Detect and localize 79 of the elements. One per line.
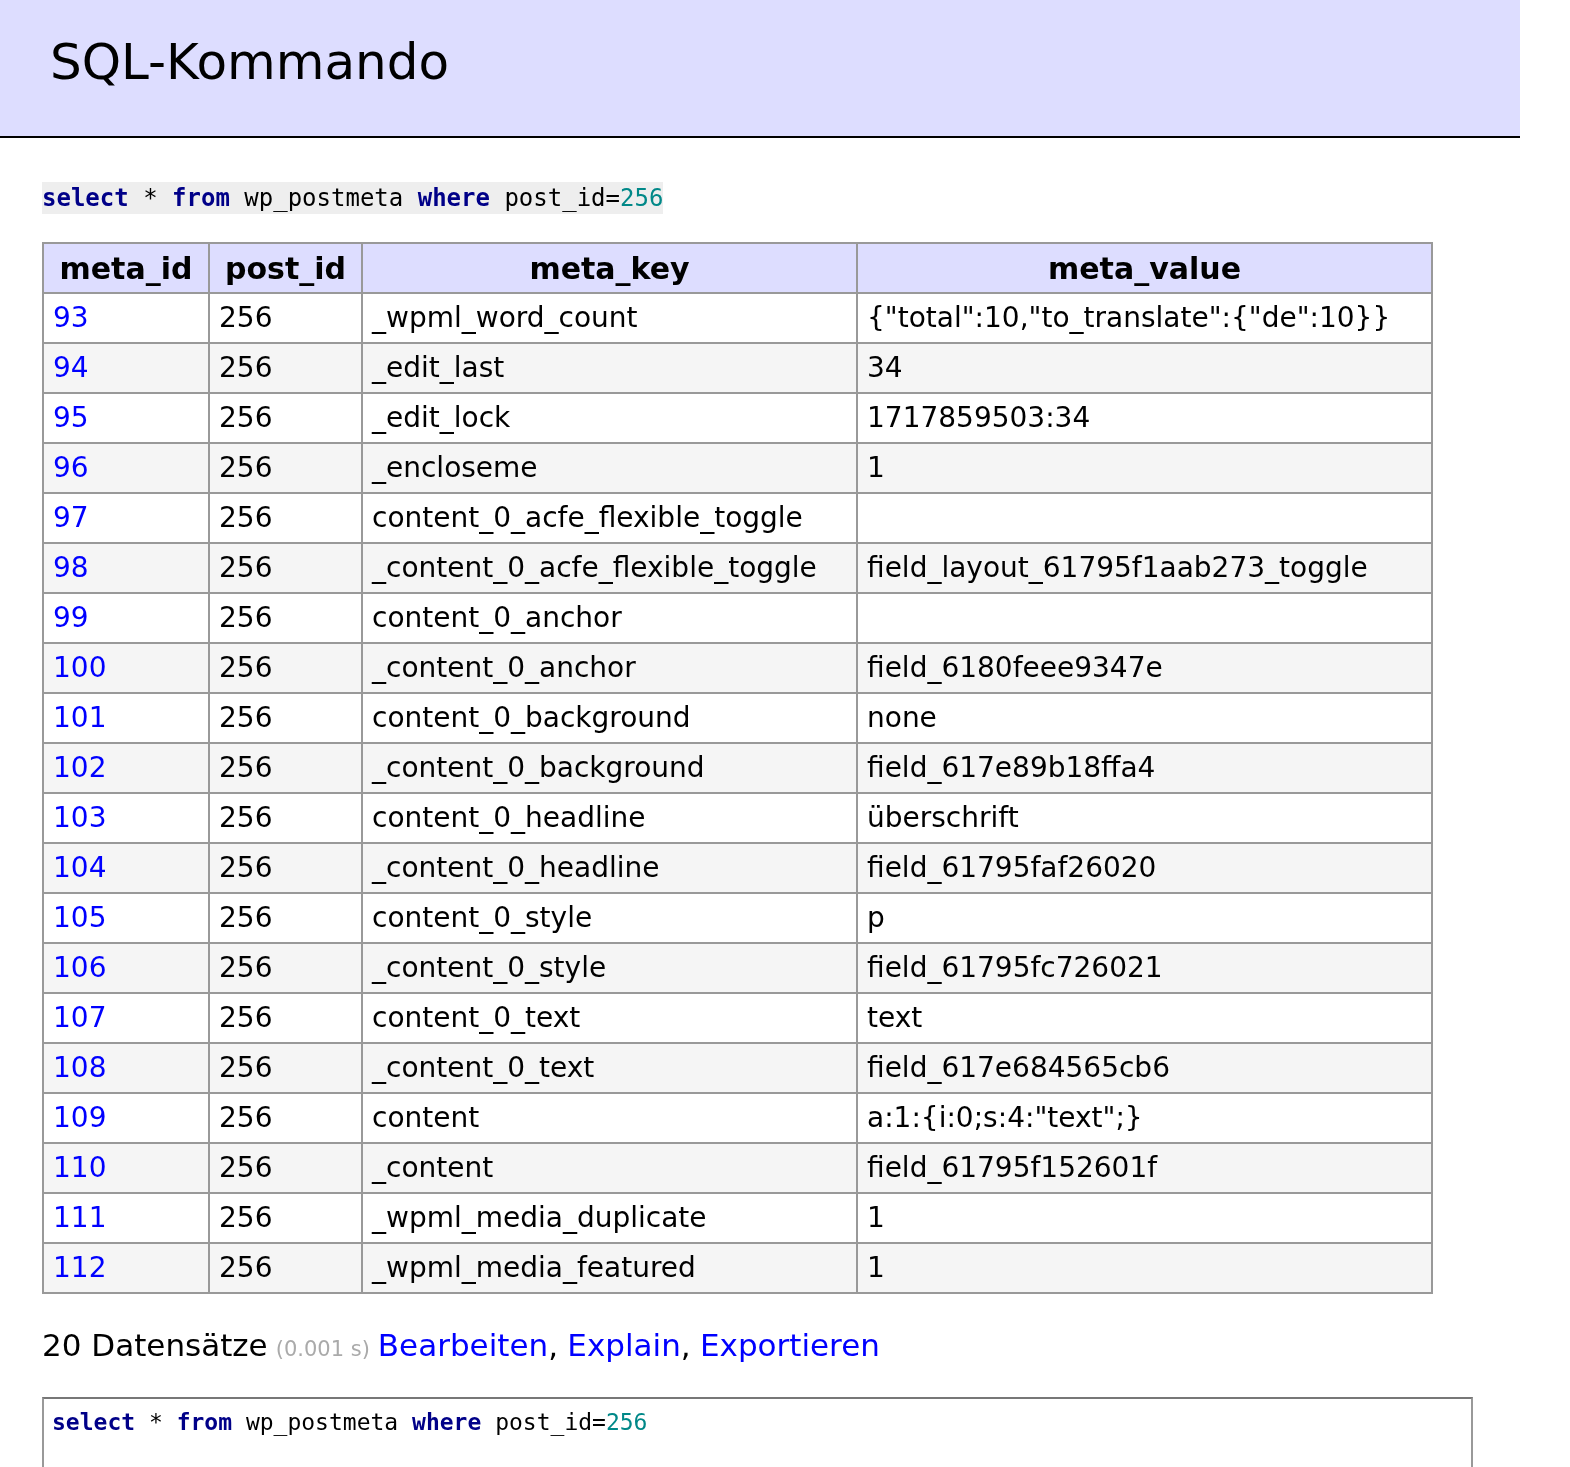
table-cell: 256 [219, 551, 273, 585]
table-cell: field_61795faf26020 [867, 851, 1157, 885]
table-cell: none [867, 701, 937, 735]
action-link[interactable]: Exportieren [699, 1322, 880, 1369]
table-cell: 256 [219, 951, 273, 985]
table-cell: 1 [867, 1201, 885, 1235]
row-edit-link[interactable]: 98 [53, 551, 89, 585]
table-cell: field_617e684565cb6 [867, 1051, 1170, 1085]
table-cell: content_0_background [372, 701, 691, 735]
table-cell: {"total":10,"to_translate":{"de":10}} [867, 301, 1391, 335]
table-cell: _content_0_headline [372, 851, 660, 885]
table-cell: _edit_lock [372, 401, 511, 435]
table-cell: _wpml_word_count [372, 301, 638, 335]
table-cell: _content [372, 1151, 494, 1185]
table-cell: 256 [219, 451, 273, 485]
table-cell: text [867, 1001, 923, 1035]
table-cell: 256 [219, 801, 273, 835]
table-cell: 256 [219, 1201, 273, 1235]
table-cell: content_0_text [372, 1001, 581, 1035]
row-edit-link[interactable]: 95 [53, 401, 89, 435]
table-cell: 1717859503:34 [867, 401, 1091, 435]
query-time: (0.001 s) [275, 1336, 370, 1364]
table-cell: _wpml_media_duplicate [372, 1201, 707, 1235]
table-cell: _content_0_text [372, 1051, 595, 1085]
table-cell: überschrift [867, 801, 1019, 835]
table-cell: 256 [219, 501, 273, 535]
table-cell: 256 [219, 751, 273, 785]
table-cell: field_61795fc726021 [867, 951, 1163, 985]
table-cell: content [372, 1101, 480, 1135]
table-cell: _encloseme [372, 451, 538, 485]
row-edit-link[interactable]: 93 [53, 301, 89, 335]
table-cell: 256 [219, 1151, 273, 1185]
table-cell: 256 [219, 1051, 273, 1085]
table-cell: a:1:{i:0;s:4:"text";} [867, 1101, 1143, 1135]
row-edit-link[interactable]: 94 [53, 351, 89, 385]
table-cell: _content_0_style [372, 951, 607, 985]
table-cell: 256 [219, 351, 273, 385]
row-edit-link[interactable]: 97 [53, 501, 89, 535]
table-cell: 1 [867, 451, 885, 485]
table-cell: _edit_last [372, 351, 505, 385]
table-cell: 256 [219, 401, 273, 435]
table-cell: 256 [219, 601, 273, 635]
sql-editor-field[interactable]: select * from wp_postmeta where post_id=256 [42, 1396, 1473, 1467]
table-cell: 256 [219, 1101, 273, 1135]
column-header: meta_id [43, 243, 209, 294]
table-cell: _wpml_media_featured [372, 1251, 696, 1285]
sql-query: select * from wp_postmeta where post_id=256 [42, 182, 664, 215]
separator-text: , [680, 1326, 691, 1366]
record-count: 20 Datensätze [42, 1326, 268, 1366]
table-cell: 256 [219, 901, 273, 935]
table-cell: 256 [219, 301, 273, 335]
table-cell: 256 [219, 851, 273, 885]
action-link[interactable]: Bearbeiten [377, 1322, 549, 1369]
table-cell: 34 [867, 351, 903, 385]
table-cell: field_61795f152601f [867, 1151, 1158, 1185]
separator-text: , [548, 1326, 558, 1366]
row-edit-link[interactable]: 96 [53, 451, 89, 485]
table-cell: _content_0_anchor [372, 651, 636, 685]
row-edit-link[interactable]: 99 [53, 601, 89, 635]
table-cell: 256 [219, 1251, 273, 1285]
table-cell: 1 [867, 1251, 885, 1285]
table-cell: 256 [219, 1001, 273, 1035]
table-cell: content_0_acfe_flexible_toggle [372, 501, 803, 535]
table-cell: p [867, 901, 885, 935]
table-cell: _content_0_acfe_flexible_toggle [372, 551, 817, 585]
table-cell: content_0_anchor [372, 601, 622, 635]
table-cell: 256 [219, 651, 273, 685]
table-cell: field_layout_61795f1aab273_toggle [867, 551, 1368, 585]
table-cell: field_617e89b18ffa4 [867, 751, 1156, 785]
table-cell: content_0_style [372, 901, 593, 935]
table-cell: content_0_headline [372, 801, 646, 835]
column-header: post_id [209, 243, 362, 294]
table-cell: field_6180feee9347e [867, 651, 1163, 685]
page-title: SQL-Kommando [50, 32, 451, 93]
column-header: meta_value [857, 243, 1432, 294]
table-cell: 256 [219, 701, 273, 735]
column-header: meta_key [362, 243, 857, 294]
table-cell: _content_0_background [372, 751, 705, 785]
action-link[interactable]: Explain [567, 1322, 681, 1369]
